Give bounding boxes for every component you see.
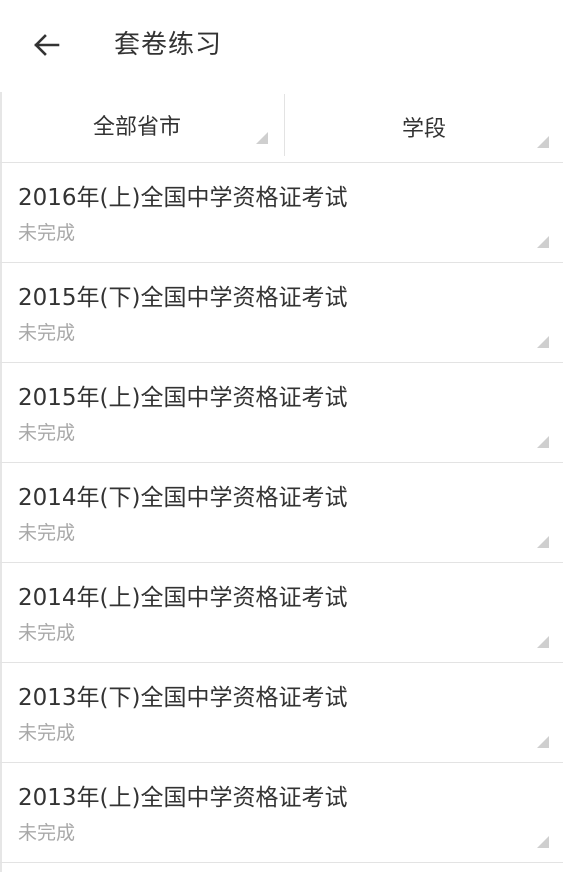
- corner-triangle-icon: [537, 636, 549, 648]
- list-item[interactable]: 2015年(上)全国中学资格证考试 未完成: [0, 363, 563, 463]
- corner-triangle-icon: [537, 436, 549, 448]
- page-title: 套卷练习: [114, 30, 223, 60]
- app-header: 套卷练习: [0, 0, 563, 92]
- arrow-left-icon: [32, 33, 60, 57]
- paper-title: 2015年(下)全国中学资格证考试: [18, 285, 348, 311]
- list-item[interactable]: 2014年(上)全国中学资格证考试 未完成: [0, 563, 563, 663]
- list-item[interactable]: 2015年(下)全国中学资格证考试 未完成: [0, 263, 563, 363]
- stage-filter[interactable]: 学段: [285, 92, 563, 162]
- paper-status: 未完成: [18, 722, 76, 744]
- list-item[interactable]: 2013年(下)全国中学资格证考试 未完成: [0, 663, 563, 763]
- paper-status: 未完成: [18, 522, 76, 544]
- paper-title: 2014年(上)全国中学资格证考试: [18, 585, 348, 611]
- corner-triangle-icon: [256, 132, 268, 144]
- corner-triangle-icon: [537, 736, 549, 748]
- corner-triangle-icon: [537, 236, 549, 248]
- stage-filter-label: 学段: [401, 117, 446, 142]
- paper-title: 2013年(上)全国中学资格证考试: [18, 785, 348, 811]
- paper-title: 2016年(上)全国中学资格证考试: [18, 185, 348, 211]
- paper-status: 未完成: [18, 222, 76, 244]
- corner-triangle-icon: [537, 836, 549, 848]
- paper-title: 2014年(下)全国中学资格证考试: [18, 485, 348, 511]
- corner-triangle-icon: [537, 536, 549, 548]
- paper-status: 未完成: [18, 622, 76, 644]
- list-item[interactable]: 2016年(上)全国中学资格证考试 未完成: [0, 163, 563, 263]
- region-filter[interactable]: 全部省市: [0, 94, 285, 156]
- paper-title: 2013年(下)全国中学资格证考试: [18, 685, 348, 711]
- region-filter-label: 全部省市: [92, 115, 181, 140]
- corner-triangle-icon: [537, 336, 549, 348]
- paper-status: 未完成: [18, 422, 76, 444]
- back-button[interactable]: [28, 28, 64, 62]
- list-item[interactable]: 2014年(下)全国中学资格证考试 未完成: [0, 463, 563, 563]
- corner-triangle-icon: [537, 136, 549, 148]
- paper-status: 未完成: [18, 322, 76, 344]
- paper-list: 2016年(上)全国中学资格证考试 未完成 2015年(下)全国中学资格证考试 …: [0, 163, 563, 863]
- list-item[interactable]: 2013年(上)全国中学资格证考试 未完成: [0, 763, 563, 863]
- paper-status: 未完成: [18, 822, 76, 844]
- paper-title: 2015年(上)全国中学资格证考试: [18, 385, 348, 411]
- filter-bar: 全部省市 学段: [0, 92, 563, 163]
